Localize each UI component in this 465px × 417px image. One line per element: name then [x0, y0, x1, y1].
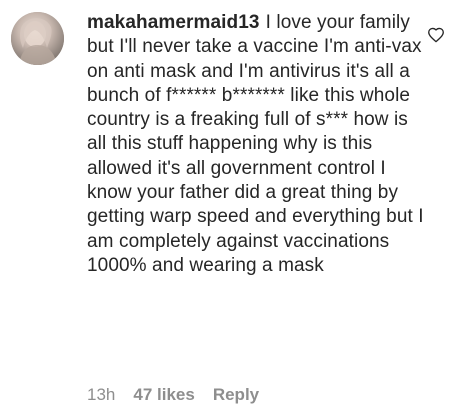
username[interactable]: makahamermaid13 — [87, 12, 260, 33]
heart-outline-icon[interactable] — [427, 27, 445, 43]
timestamp: 13h — [87, 385, 116, 404]
reply-button[interactable]: Reply — [213, 385, 259, 405]
avatar[interactable] — [11, 12, 64, 65]
comment-meta: 13h 47 likes Reply — [87, 385, 259, 405]
comment-body: makahamermaid13 I love your family but I'… — [87, 11, 427, 278]
comment: makahamermaid13 I love your family but I'… — [0, 0, 465, 417]
comment-text: I love your family but I'll never take a… — [87, 12, 424, 276]
likes-count[interactable]: 47 likes — [133, 385, 194, 405]
avatar-image — [11, 12, 64, 65]
